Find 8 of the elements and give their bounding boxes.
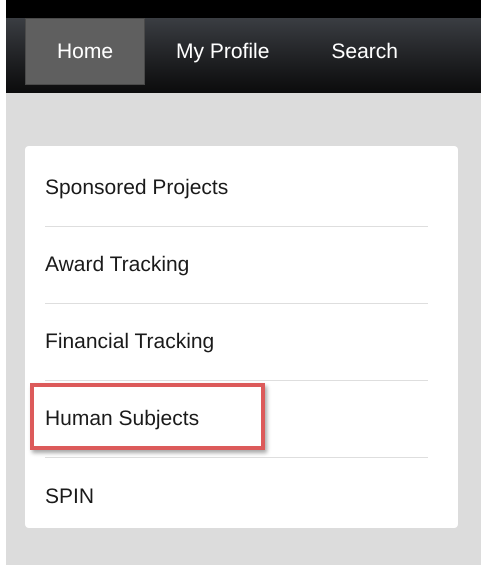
menu-link[interactable]: Sponsored Projects (45, 172, 228, 204)
menu-link[interactable]: Award Tracking (45, 249, 190, 281)
nav-tab[interactable]: My Profile (145, 18, 300, 85)
nav-tab[interactable]: Home (25, 18, 146, 85)
menu-link[interactable]: Financial Tracking (45, 326, 214, 358)
menu-link[interactable]: Human Subjects (45, 403, 200, 435)
menu-link[interactable]: SPIN (45, 480, 94, 512)
nav-tab[interactable]: Search (300, 18, 429, 85)
